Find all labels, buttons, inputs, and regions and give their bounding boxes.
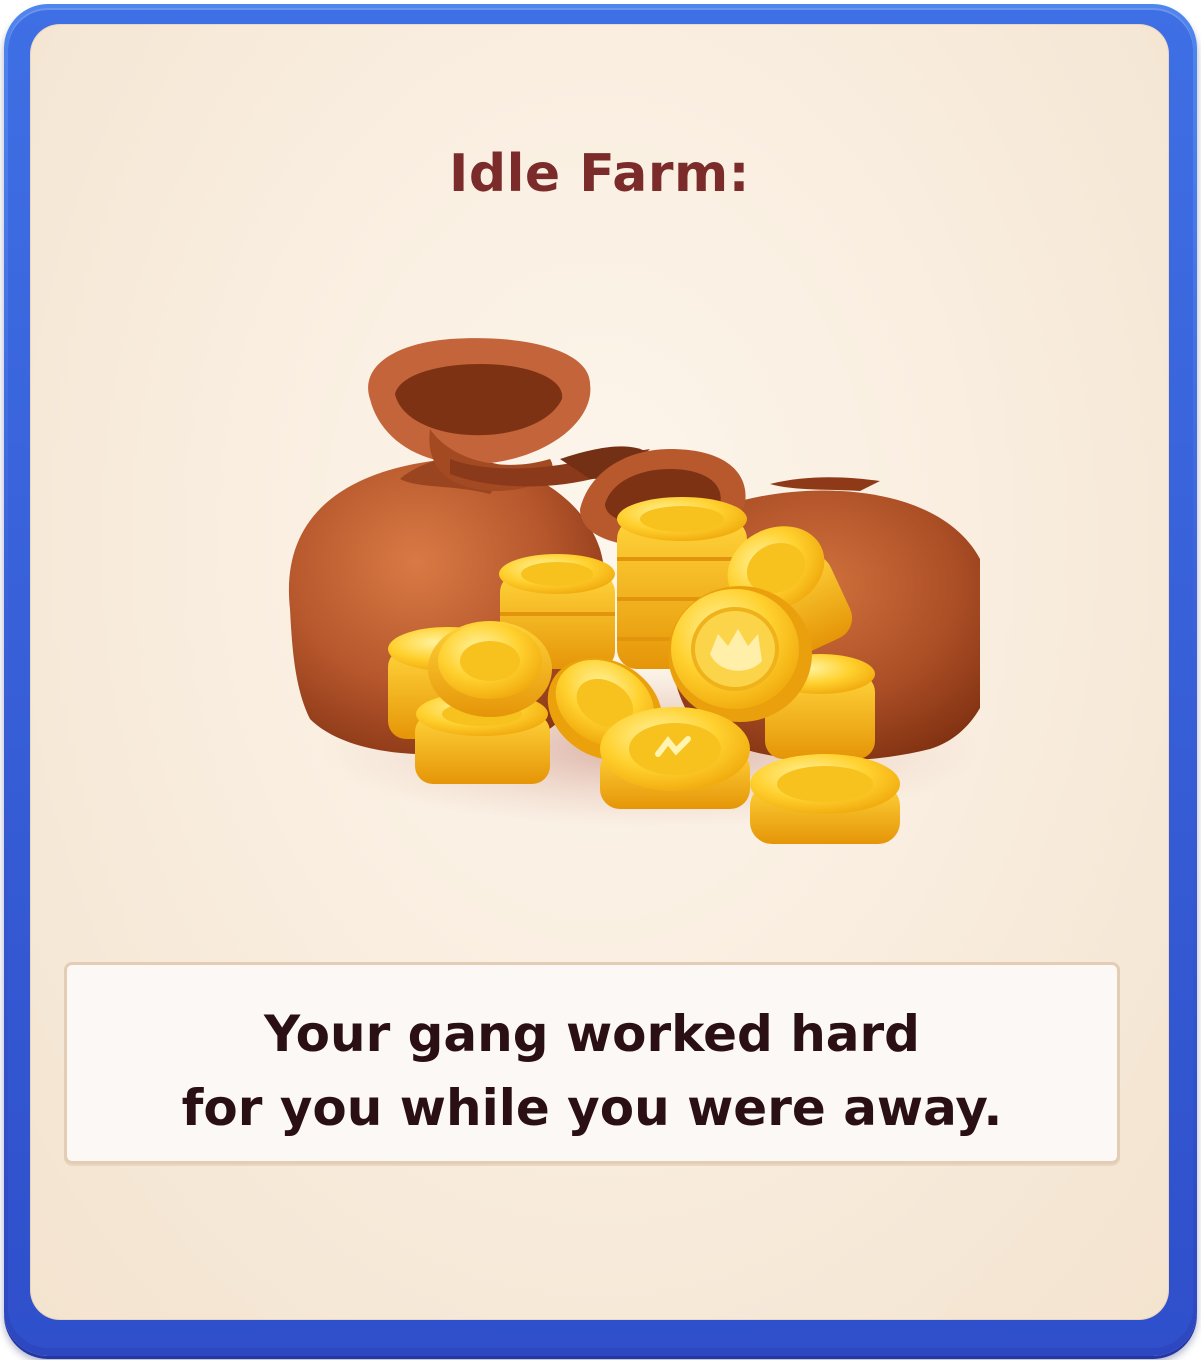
message-line-2: for you while you were away. xyxy=(181,1079,1003,1137)
dialog-title: Idle Farm: xyxy=(449,144,750,204)
message-text: Your gang worked hard for you while you … xyxy=(67,997,1117,1145)
coin-bags-with-gold-coins-icon xyxy=(288,338,980,844)
message-box: Your gang worked hard for you while you … xyxy=(64,962,1120,1164)
dialog-panel: Idle Farm: Your gang worked hard for you… xyxy=(30,24,1169,1320)
message-line-1: Your gang worked hard xyxy=(264,1005,920,1063)
